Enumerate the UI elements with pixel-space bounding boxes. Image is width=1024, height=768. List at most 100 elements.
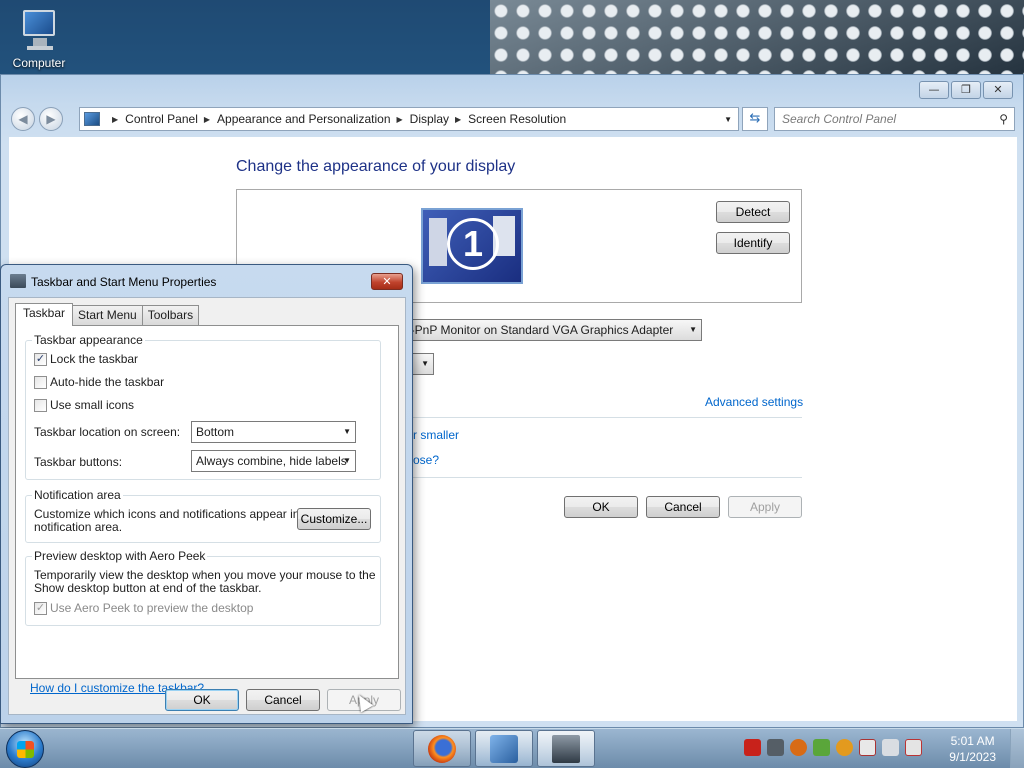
- identify-button[interactable]: Identify: [716, 232, 790, 254]
- clock-date: 9/1/2023: [949, 750, 996, 764]
- acrobat-icon[interactable]: [744, 739, 761, 756]
- refresh-icon: ⇆: [749, 111, 761, 126]
- display-combo[interactable]: n-PnP Monitor on Standard VGA Graphics A…: [399, 319, 702, 341]
- customize-button[interactable]: Customize...: [297, 508, 371, 530]
- dialog-cancel-button[interactable]: Cancel: [246, 689, 320, 711]
- taskbar-tab-page: Taskbar appearance ✓ Lock the taskbar Au…: [15, 325, 399, 695]
- location-label: Taskbar location on screen:: [34, 425, 181, 439]
- taskbar-properties-icon: [10, 274, 26, 288]
- aero-text-2: Show desktop button at end of the taskba…: [34, 581, 262, 595]
- chevron-down-icon: ▼: [343, 456, 351, 465]
- chevron-right-icon: ▶: [455, 114, 462, 124]
- show-desktop-button[interactable]: [1010, 729, 1024, 768]
- page-title: Change the appearance of your display: [236, 158, 516, 175]
- search-tool-icon[interactable]: [790, 739, 807, 756]
- tab-toolbars[interactable]: Toolbars: [141, 305, 200, 325]
- chevron-down-icon[interactable]: ▼: [724, 115, 732, 124]
- minimize-button[interactable]: —: [919, 81, 949, 99]
- cancel-button[interactable]: Cancel: [646, 496, 720, 518]
- monitor-icon[interactable]: 1: [421, 208, 523, 284]
- taskbar: 5:01 AM 9/1/2023: [0, 728, 1024, 768]
- windows-logo-icon: [17, 741, 34, 758]
- small-icons-checkbox[interactable]: Use small icons: [34, 398, 134, 412]
- forward-button[interactable]: ▶: [39, 107, 63, 131]
- apply-button[interactable]: Apply: [728, 496, 802, 518]
- group-label: Notification area: [32, 488, 123, 502]
- notification-text-2: notification area.: [34, 520, 123, 534]
- tab-strip: Taskbar Start Menu Toolbars: [15, 303, 200, 326]
- back-button[interactable]: ◀: [11, 107, 35, 131]
- clock-time: 5:01 AM: [950, 734, 995, 748]
- taskbar-buttons-select[interactable]: Always combine, hide labels ▼: [191, 450, 356, 472]
- network-tools-icon[interactable]: [767, 739, 784, 756]
- detect-button[interactable]: Detect: [716, 201, 790, 223]
- aero-peek-checkbox[interactable]: ✓ Use Aero Peek to preview the desktop: [34, 601, 253, 615]
- search-input[interactable]: Search Control Panel ⚲: [774, 107, 1015, 131]
- dialog-ok-button[interactable]: OK: [165, 689, 239, 711]
- select-value: Always combine, hide labels: [196, 454, 347, 468]
- taskbar-properties-icon: [552, 735, 580, 763]
- checkbox-checked-icon[interactable]: ✓: [34, 601, 47, 615]
- checkbox-label: Use Aero Peek to preview the desktop: [50, 601, 254, 615]
- refresh-button[interactable]: ⇆: [742, 107, 768, 131]
- checkbox-label: Use small icons: [50, 398, 135, 412]
- forward-arrow-icon: ▶: [46, 112, 56, 126]
- system-tray: [744, 739, 922, 756]
- breadcrumb-display[interactable]: Display: [410, 112, 449, 126]
- checkbox-label: Auto-hide the taskbar: [50, 375, 165, 389]
- control-panel-icon: [84, 112, 100, 126]
- address-bar[interactable]: ▶ Control Panel ▶ Appearance and Persona…: [79, 107, 739, 131]
- close-icon: ✕: [382, 275, 392, 288]
- breadcrumb-screen-resolution[interactable]: Screen Resolution: [468, 112, 566, 126]
- breadcrumb-control-panel[interactable]: Control Panel: [125, 112, 198, 126]
- group-label: Taskbar appearance: [32, 333, 145, 347]
- search-placeholder: Search Control Panel: [782, 112, 897, 126]
- ok-button[interactable]: OK: [564, 496, 638, 518]
- checkbox-empty-icon[interactable]: [34, 375, 47, 389]
- taskbar-control-panel[interactable]: [475, 730, 533, 767]
- navigation-bar: ◀ ▶ ▶ Control Panel ▶ Appearance and Per…: [1, 105, 1023, 133]
- dialog-close-button[interactable]: ✕: [371, 273, 403, 290]
- chevron-right-icon: ▶: [203, 114, 211, 124]
- group-label: Preview desktop with Aero Peek: [32, 549, 208, 563]
- clock[interactable]: 5:01 AM 9/1/2023: [949, 733, 996, 765]
- display-settings-help-link[interactable]: ose?: [413, 453, 439, 467]
- aero-peek-group: Preview desktop with Aero Peek Temporari…: [25, 549, 381, 626]
- dialog-body: Taskbar Start Menu Toolbars Taskbar appe…: [8, 297, 406, 715]
- chevron-down-icon: ▼: [421, 359, 429, 368]
- start-button[interactable]: [6, 730, 44, 768]
- volume-muted-icon[interactable]: [905, 739, 922, 756]
- tab-taskbar[interactable]: Taskbar: [15, 303, 74, 326]
- chevron-down-icon: ▼: [689, 325, 697, 334]
- display-combo-value: n-PnP Monitor on Standard VGA Graphics A…: [404, 323, 674, 337]
- desktop-icon-computer[interactable]: Computer: [8, 8, 70, 70]
- firefox-icon: [428, 735, 456, 763]
- checkbox-empty-icon[interactable]: [34, 398, 47, 412]
- checkbox-checked-icon[interactable]: ✓: [34, 352, 47, 366]
- taskbar-properties-window[interactable]: [537, 730, 595, 767]
- buttons-label: Taskbar buttons:: [34, 455, 123, 469]
- tab-start-menu[interactable]: Start Menu: [72, 305, 143, 325]
- desktop-icon-label: Computer: [12, 56, 66, 70]
- chevron-right-icon: ▶: [396, 114, 403, 124]
- breadcrumb-appearance[interactable]: Appearance and Personalization: [217, 112, 390, 126]
- taskbar-firefox[interactable]: [413, 730, 471, 767]
- wallpaper: [490, 0, 1024, 74]
- network-icon[interactable]: [882, 739, 899, 756]
- advanced-settings-link[interactable]: Advanced settings: [705, 395, 803, 409]
- utorrent-icon[interactable]: [813, 739, 830, 756]
- taskbar-properties-dialog: Taskbar and Start Menu Properties ✕ Task…: [0, 264, 413, 724]
- back-arrow-icon: ◀: [18, 112, 28, 126]
- lock-taskbar-checkbox[interactable]: ✓ Lock the taskbar: [34, 352, 138, 366]
- maximize-button[interactable]: ❐: [951, 81, 981, 99]
- close-button[interactable]: ✕: [983, 81, 1013, 99]
- update-icon[interactable]: [836, 739, 853, 756]
- computer-icon: [19, 8, 59, 52]
- select-value: Bottom: [196, 425, 235, 439]
- monitor-number: 1: [447, 218, 499, 270]
- taskbar-location-select[interactable]: Bottom ▼: [191, 421, 356, 443]
- flag-icon[interactable]: [859, 739, 876, 756]
- text-size-link[interactable]: r smaller: [413, 428, 459, 442]
- search-icon[interactable]: ⚲: [999, 108, 1008, 130]
- autohide-taskbar-checkbox[interactable]: Auto-hide the taskbar: [34, 375, 164, 389]
